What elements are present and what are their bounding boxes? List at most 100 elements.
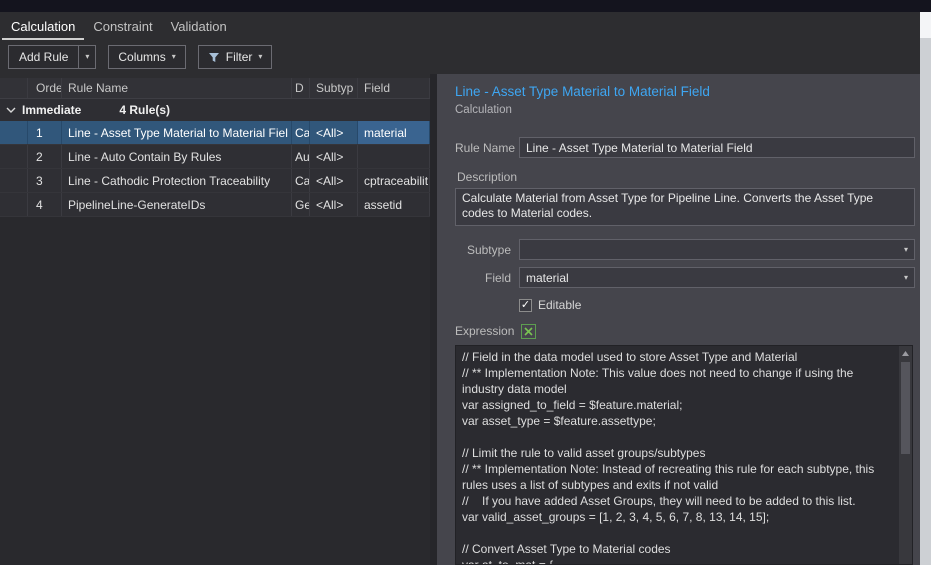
expression-editor[interactable]: // Field in the data model used to store…	[455, 345, 913, 565]
group-row-immediate[interactable]: Immediate 4 Rule(s)	[0, 99, 430, 121]
filter-button[interactable]: Filter ▾	[197, 45, 273, 69]
cell-field[interactable]: assetid	[358, 193, 430, 216]
tab-validation[interactable]: Validation	[162, 12, 236, 40]
subtype-label: Subtype	[466, 242, 511, 257]
add-rule-dropdown-button[interactable]: ▾	[78, 45, 97, 69]
rule-name-label: Rule Name	[455, 140, 516, 155]
rule-details-panel: Line - Asset Type Material to Material F…	[437, 74, 920, 565]
cell-d[interactable]: Ca	[292, 169, 310, 192]
column-header-order[interactable]: Orde	[28, 78, 62, 98]
code-line: // If you have added Asset Groups, they …	[462, 494, 856, 508]
cell-name[interactable]: Line - Cathodic Protection Traceability	[62, 169, 292, 192]
field-label: Field	[484, 270, 511, 285]
cell-subtype[interactable]: <All>	[310, 121, 358, 144]
rule-subtitle: Calculation	[455, 104, 512, 116]
tab-bar: Calculation Constraint Validation	[0, 12, 920, 40]
code-line: // Convert Asset Type to Material codes	[462, 542, 671, 556]
code-line: var at_to_mat = {	[462, 557, 896, 564]
caret-down-icon: ▾	[903, 272, 908, 282]
field-dropdown[interactable]: material ▾	[519, 267, 915, 288]
rule-title: Line - Asset Type Material to Material F…	[455, 84, 710, 99]
columns-button[interactable]: Columns ▾	[108, 45, 186, 69]
code-line: // Field in the data model used to store…	[462, 350, 798, 364]
cell-name[interactable]: Line - Asset Type Material to Material F…	[62, 121, 292, 144]
field-row: Field material ▾	[455, 267, 915, 288]
subtype-row: Subtype ▾	[455, 239, 915, 260]
rule-rows: 1 Line - Asset Type Material to Material …	[0, 121, 430, 217]
panel-splitter[interactable]	[430, 74, 437, 565]
subtype-dropdown[interactable]: ▾	[519, 239, 915, 260]
expression-label: Expression	[455, 324, 515, 338]
cell-order[interactable]: 3	[28, 169, 62, 192]
cell-field[interactable]	[358, 145, 430, 168]
editable-row: ✓ Editable	[519, 297, 915, 313]
rule-name-input[interactable]: Line - Asset Type Material to Material F…	[519, 137, 915, 158]
chevron-down-icon	[6, 106, 16, 114]
code-line: industry data model	[462, 382, 567, 396]
code-line: // ** Implementation Note: Instead of re…	[462, 462, 875, 476]
cell-order[interactable]: 4	[28, 193, 62, 216]
code-line: var asset_type = $feature.assettype;	[462, 414, 656, 428]
cell-order[interactable]: 2	[28, 145, 62, 168]
table-row[interactable]: 1 Line - Asset Type Material to Material …	[0, 121, 430, 145]
cell-field[interactable]: material	[358, 121, 430, 144]
code-line: var assigned_to_field = $feature.materia…	[462, 398, 683, 412]
caret-down-icon: ▾	[85, 52, 90, 61]
cell-d[interactable]: Ca	[292, 121, 310, 144]
tab-calculation[interactable]: Calculation	[2, 12, 85, 40]
toolbar: Add Rule ▾ Columns ▾ Filter ▾	[8, 44, 273, 70]
caret-down-icon: ▾	[258, 52, 263, 61]
cell-field[interactable]: cptraceabilit	[358, 169, 430, 192]
group-count: 4 Rule(s)	[119, 103, 171, 117]
table-row[interactable]: 4 PipelineLine-GenerateIDs Ge <All> assetid	[0, 193, 430, 217]
columns-button-label: Columns	[118, 50, 166, 64]
cell-handle[interactable]	[0, 193, 28, 216]
add-rule-split-button: Add Rule ▾	[8, 45, 97, 69]
editable-checkbox[interactable]: ✓	[519, 298, 532, 312]
code-scrollbar[interactable]	[899, 346, 912, 564]
cell-subtype[interactable]: <All>	[310, 193, 358, 216]
expression-row: Expression	[455, 322, 915, 340]
cell-name[interactable]: PipelineLine-GenerateIDs	[62, 193, 292, 216]
arcade-expression-button[interactable]	[521, 323, 537, 339]
caret-down-icon: ▾	[171, 52, 176, 61]
filter-icon	[208, 52, 220, 63]
scroll-up-icon	[899, 346, 912, 360]
description-input[interactable]: Calculate Material from Asset Type for P…	[455, 188, 915, 226]
column-header-d[interactable]: D	[292, 78, 310, 98]
expression-code: // Field in the data model used to store…	[462, 349, 896, 564]
column-header-field[interactable]: Field	[358, 78, 430, 98]
code-scrollbar-thumb[interactable]	[901, 362, 910, 454]
check-icon: ✓	[520, 298, 531, 311]
code-line: var valid_asset_groups = [1, 2, 3, 4, 5,…	[462, 510, 770, 524]
window-scrollbar[interactable]	[920, 12, 931, 565]
cell-d[interactable]: Au	[292, 145, 310, 168]
cell-order[interactable]: 1	[28, 121, 62, 144]
table-row[interactable]: 2 Line - Auto Contain By Rules Au <All>	[0, 145, 430, 169]
cell-d[interactable]: Ge	[292, 193, 310, 216]
editable-label: Editable	[538, 298, 582, 312]
window-scrollbar-thumb[interactable]	[920, 12, 931, 38]
description-label: Description	[457, 170, 518, 184]
column-header-name[interactable]: Rule Name	[62, 78, 292, 98]
cell-handle[interactable]	[0, 145, 28, 168]
table-row[interactable]: 3 Line - Cathodic Protection Traceability…	[0, 169, 430, 193]
cell-subtype[interactable]: <All>	[310, 145, 358, 168]
tab-constraint[interactable]: Constraint	[84, 12, 161, 40]
column-header-subtype[interactable]: Subtyp	[310, 78, 358, 98]
cell-handle[interactable]	[0, 169, 28, 192]
group-label: Immediate	[22, 103, 82, 117]
cell-name[interactable]: Line - Auto Contain By Rules	[62, 145, 292, 168]
code-line: rules uses a list of subtypes and exits …	[462, 478, 719, 492]
rules-table: Orde Rule Name D Subtyp Field Immediate 4 Ru…	[0, 78, 430, 565]
column-header-handle[interactable]	[0, 78, 28, 98]
cell-subtype[interactable]: <All>	[310, 169, 358, 192]
code-line: // ** Implementation Note: This value do…	[462, 366, 854, 380]
code-line: // Limit the rule to valid asset groups/…	[462, 446, 706, 460]
add-rule-button[interactable]: Add Rule	[8, 45, 79, 69]
cell-handle[interactable]	[0, 121, 28, 144]
field-value: material	[526, 270, 569, 285]
table-header: Orde Rule Name D Subtyp Field	[0, 78, 430, 99]
